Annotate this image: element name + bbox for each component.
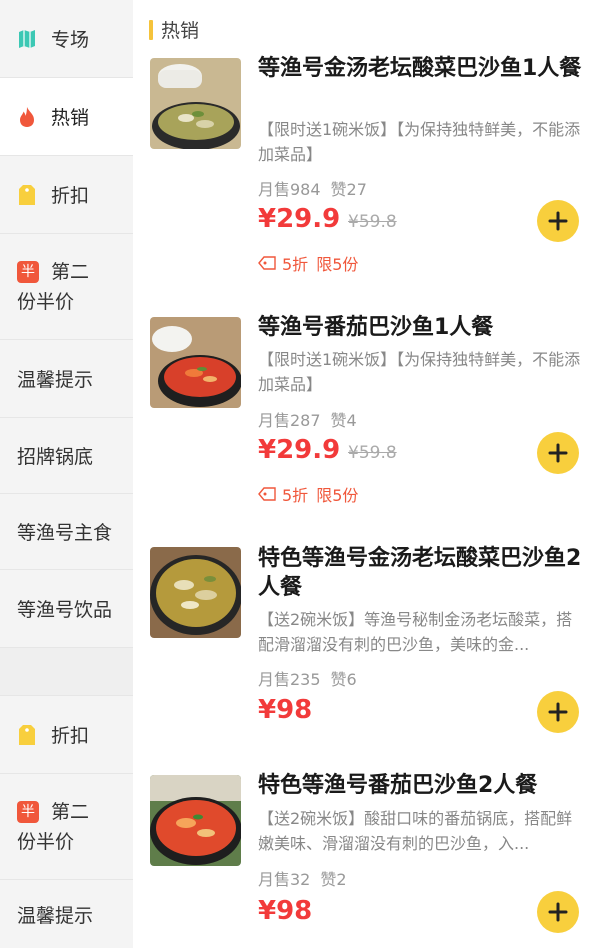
original-price: ¥59.8 bbox=[348, 443, 397, 463]
sidebar-item-label: 第二 bbox=[51, 260, 90, 283]
product-stats: 月售32 赞2 bbox=[258, 866, 357, 890]
likes-count: 赞4 bbox=[330, 411, 357, 430]
sidebar-item-label: 热销 bbox=[51, 107, 90, 129]
monthly-sales: 月售984 bbox=[258, 180, 321, 199]
sidebar-item-label: 等渔号主食 bbox=[17, 522, 113, 544]
product-stats: 月售984 赞27 bbox=[258, 176, 377, 200]
product-price: ¥98 bbox=[258, 695, 313, 725]
half-price-badge: 半 bbox=[17, 260, 39, 283]
discount-info: 5折 限5份 bbox=[258, 482, 358, 506]
monthly-sales: 月售287 bbox=[258, 411, 321, 430]
sidebar-item-discount-2[interactable]: 折扣 bbox=[0, 696, 133, 774]
product-price: ¥29.9 bbox=[258, 204, 341, 234]
product-price: ¥98 bbox=[258, 896, 313, 926]
product-stats: 月售287 赞4 bbox=[258, 407, 367, 431]
sidebar-item-label: 折扣 bbox=[51, 725, 90, 747]
product-name: 特色等渔号金汤老坛酸菜巴沙鱼2人餐 bbox=[258, 546, 582, 600]
plus-icon bbox=[548, 702, 568, 722]
product-price: ¥29.9 bbox=[258, 435, 341, 465]
add-to-cart-button[interactable] bbox=[537, 691, 579, 733]
sidebar-item-label: 等渔号饮品 bbox=[17, 599, 113, 621]
product-list: 热销 等渔号金汤老坛酸菜巴沙鱼1人餐 【限时送1碗米饭】【为保持独特鲜美，不能添… bbox=[133, 0, 600, 948]
product-description: 【限时送1碗米饭】【为保持独特鲜美，不能添加菜品】 bbox=[258, 350, 581, 394]
product-image[interactable] bbox=[150, 547, 241, 638]
discount-info: 5折 限5份 bbox=[258, 251, 358, 275]
flag-icon bbox=[17, 29, 37, 49]
discount-rate: 5折 bbox=[282, 255, 309, 274]
tag-icon bbox=[258, 256, 276, 270]
sidebar-item-staple[interactable]: 等渔号主食 bbox=[0, 494, 133, 570]
plus-icon bbox=[548, 902, 568, 922]
product-card[interactable]: 等渔号金汤老坛酸菜巴沙鱼1人餐 【限时送1碗米饭】【为保持独特鲜美，不能添加菜品… bbox=[133, 0, 600, 300]
likes-count: 赞27 bbox=[330, 180, 367, 199]
product-card[interactable]: 特色等渔号金汤老坛酸菜巴沙鱼2人餐 【送2碗米饭】等渔号秘制金汤老坛酸菜，搭配滑… bbox=[133, 530, 600, 760]
sidebar-item-second-half-price[interactable]: 半第二 份半价 bbox=[0, 234, 133, 340]
half-price-badge: 半 bbox=[17, 800, 39, 823]
flame-icon bbox=[17, 106, 37, 127]
product-name: 特色等渔号番茄巴沙鱼2人餐 bbox=[258, 773, 538, 798]
sidebar-item-label: 招牌锅底 bbox=[17, 446, 94, 468]
price-tag-icon bbox=[17, 184, 37, 205]
add-to-cart-button[interactable] bbox=[537, 200, 579, 242]
discount-rate: 5折 bbox=[282, 486, 309, 505]
product-card[interactable]: 等渔号番茄巴沙鱼1人餐 【限时送1碗米饭】【为保持独特鲜美，不能添加菜品】 月售… bbox=[133, 300, 600, 530]
plus-icon bbox=[548, 211, 568, 231]
product-description: 【送2碗米饭】酸甜口味的番茄锅底，搭配鲜嫩美味、滑溜溜没有刺的巴沙鱼，入... bbox=[258, 809, 573, 853]
monthly-sales: 月售235 bbox=[258, 670, 321, 689]
sidebar-item-notice[interactable]: 温馨提示 bbox=[0, 340, 133, 418]
sidebar-item-drinks[interactable]: 等渔号饮品 bbox=[0, 570, 133, 648]
product-stats: 月售235 赞6 bbox=[258, 666, 367, 690]
sidebar-item-label: 折扣 bbox=[51, 185, 90, 207]
sidebar-item-label-line2: 份半价 bbox=[17, 290, 75, 313]
sidebar-item-notice-2[interactable]: 温馨提示 bbox=[0, 880, 133, 948]
plus-icon bbox=[548, 443, 568, 463]
product-name: 等渔号金汤老坛酸菜巴沙鱼1人餐 bbox=[258, 56, 582, 81]
likes-count: 赞2 bbox=[320, 870, 347, 889]
price-tag-icon bbox=[17, 724, 37, 745]
product-image[interactable] bbox=[150, 317, 241, 408]
product-name: 等渔号番茄巴沙鱼1人餐 bbox=[258, 315, 494, 340]
likes-count: 赞6 bbox=[330, 670, 357, 689]
tag-icon bbox=[258, 487, 276, 501]
product-image[interactable] bbox=[150, 58, 241, 149]
sidebar-item-special[interactable]: 专场 bbox=[0, 0, 133, 78]
product-image[interactable] bbox=[150, 775, 241, 866]
sidebar-separator bbox=[0, 648, 133, 696]
original-price: ¥59.8 bbox=[348, 212, 397, 232]
add-to-cart-button[interactable] bbox=[537, 432, 579, 474]
sidebar-item-label-line2: 份半价 bbox=[17, 830, 75, 853]
sidebar-item-label: 温馨提示 bbox=[17, 369, 94, 391]
category-sidebar: 专场 热销 折扣 半第二 份半价 温馨提示 招牌锅底 等渔号主食 等渔号饮品 折… bbox=[0, 0, 133, 948]
add-to-cart-button[interactable] bbox=[537, 891, 579, 933]
purchase-limit: 限5份 bbox=[316, 255, 359, 274]
monthly-sales: 月售32 bbox=[258, 870, 311, 889]
product-description: 【送2碗米饭】等渔号秘制金汤老坛酸菜，搭配滑溜溜没有刺的巴沙鱼，美味的金... bbox=[258, 610, 573, 654]
product-card[interactable]: 特色等渔号番茄巴沙鱼2人餐 【送2碗米饭】酸甜口味的番茄锅底，搭配鲜嫩美味、滑溜… bbox=[133, 760, 600, 948]
purchase-limit: 限5份 bbox=[316, 486, 359, 505]
sidebar-item-hot[interactable]: 热销 bbox=[0, 78, 133, 156]
sidebar-item-label: 第二 bbox=[51, 800, 90, 823]
product-description: 【限时送1碗米饭】【为保持独特鲜美，不能添加菜品】 bbox=[258, 120, 581, 164]
sidebar-item-signature-broth[interactable]: 招牌锅底 bbox=[0, 418, 133, 494]
sidebar-item-discount[interactable]: 折扣 bbox=[0, 156, 133, 234]
sidebar-item-label: 专场 bbox=[51, 29, 90, 51]
sidebar-item-label: 温馨提示 bbox=[17, 904, 94, 927]
sidebar-item-second-half-price-2[interactable]: 半第二 份半价 bbox=[0, 774, 133, 880]
